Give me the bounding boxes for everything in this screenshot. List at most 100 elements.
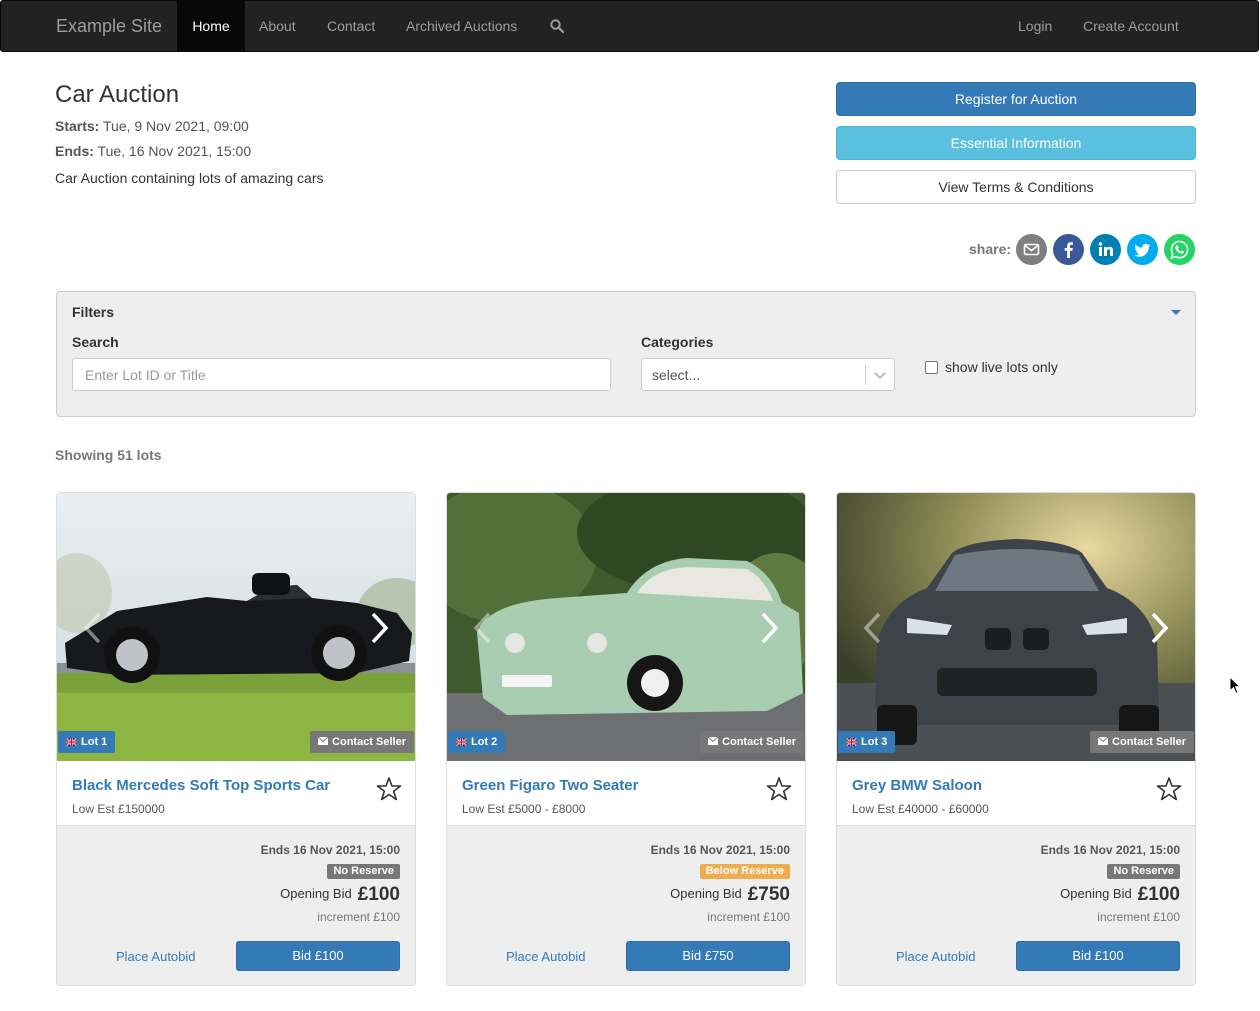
nav-login[interactable]: Login — [1018, 18, 1052, 34]
lots-count: Showing 51 lots — [55, 447, 162, 463]
collapse-caret-icon[interactable] — [1171, 310, 1181, 315]
lot-photo-green-figaro — [447, 493, 805, 761]
carousel-prev-icon[interactable] — [861, 611, 885, 645]
lot-image-carousel[interactable]: Lot 3 Contact Seller — [837, 493, 1195, 761]
bid-button[interactable]: Bid £750 — [626, 941, 790, 971]
bid-button[interactable]: Bid £100 — [1016, 941, 1180, 971]
place-autobid-link[interactable]: Place Autobid — [896, 949, 976, 964]
lot-title-link[interactable]: Black Mercedes Soft Top Sports Car — [72, 777, 330, 794]
uk-flag-icon — [846, 738, 857, 746]
place-autobid-link[interactable]: Place Autobid — [116, 949, 196, 964]
essential-information-button[interactable]: Essential Information — [836, 126, 1196, 160]
lot-number-badge: Lot 1 — [58, 731, 116, 753]
terms-button[interactable]: View Terms & Conditions — [836, 170, 1196, 204]
top-navbar: Example Site Home About Contact Archived… — [0, 0, 1259, 52]
auction-ends: Ends: Tue, 16 Nov 2021, 15:00 — [55, 143, 251, 159]
uk-flag-icon — [456, 738, 467, 746]
site-brand[interactable]: Example Site — [56, 16, 162, 37]
lot-title-link[interactable]: Grey BMW Saloon — [852, 777, 982, 794]
reserve-status-badge: No Reserve — [327, 864, 400, 879]
lot-ends: Ends 16 Nov 2021, 15:00 — [650, 843, 790, 857]
opening-bid-value: £750 — [747, 884, 790, 905]
contact-seller-button[interactable]: Contact Seller — [310, 731, 414, 753]
lot-bid-panel: Ends 16 Nov 2021, 15:00 Below Reserve Op… — [447, 825, 805, 985]
bid-increment: increment £100 — [317, 910, 400, 924]
search-label: Search — [72, 334, 119, 350]
linkedin-share-button[interactable] — [1090, 234, 1121, 265]
filters-title: Filters — [72, 304, 115, 320]
nav-contact[interactable]: Contact — [327, 18, 375, 34]
lot-estimate: Low Est £150000 — [72, 802, 165, 816]
reserve-status-badge: Below Reserve — [699, 864, 790, 879]
categories-select[interactable]: select... — [641, 358, 895, 391]
carousel-next-icon[interactable] — [1147, 611, 1171, 645]
opening-bid-value: £100 — [1137, 884, 1180, 905]
search-icon[interactable] — [550, 19, 564, 33]
opening-bid: Opening Bid £750 — [670, 884, 790, 906]
lot-ends: Ends 16 Nov 2021, 15:00 — [1040, 843, 1180, 857]
opening-bid: Opening Bid £100 — [1060, 884, 1180, 906]
uk-flag-icon — [66, 738, 77, 746]
ends-value: Tue, 16 Nov 2021, 15:00 — [97, 143, 252, 159]
ends-label: Ends: — [55, 143, 94, 159]
contact-seller-button[interactable]: Contact Seller — [700, 731, 804, 753]
lot-ends: Ends 16 Nov 2021, 15:00 — [260, 843, 400, 857]
email-icon — [1016, 234, 1047, 265]
auction-description: Car Auction containing lots of amazing c… — [55, 170, 324, 186]
nav-about[interactable]: About — [259, 18, 296, 34]
opening-bid-label: Opening Bid — [670, 886, 742, 901]
lot-number-badge: Lot 3 — [838, 731, 896, 753]
select-divider — [865, 365, 866, 385]
twitter-share-button[interactable] — [1127, 234, 1158, 265]
nav-create-account[interactable]: Create Account — [1083, 18, 1179, 34]
lot-estimate: Low Est £5000 - £8000 — [462, 802, 586, 816]
lot-photo-black-mercedes — [57, 493, 415, 761]
lot-search-input[interactable] — [72, 358, 611, 391]
whatsapp-share-button[interactable] — [1164, 234, 1195, 265]
twitter-icon — [1127, 234, 1158, 265]
auction-starts: Starts: Tue, 9 Nov 2021, 09:00 — [55, 118, 249, 134]
share-label: share: — [969, 241, 1012, 257]
nav-archived-auctions[interactable]: Archived Auctions — [406, 18, 517, 34]
lot-bid-panel: Ends 16 Nov 2021, 15:00 No Reserve Openi… — [57, 825, 415, 985]
opening-bid-label: Opening Bid — [280, 886, 352, 901]
contact-seller-button[interactable]: Contact Seller — [1090, 731, 1194, 753]
starts-label: Starts: — [55, 118, 100, 134]
filters-panel: Filters Search Categories select... show… — [56, 291, 1196, 417]
lot-title-link[interactable]: Green Figaro Two Seater — [462, 777, 638, 794]
email-share-button[interactable] — [1016, 234, 1047, 265]
bid-button[interactable]: Bid £100 — [236, 941, 400, 971]
live-only-label[interactable]: show live lots only — [945, 359, 1058, 375]
bid-increment: increment £100 — [707, 910, 790, 924]
watch-star-icon[interactable] — [766, 776, 792, 802]
envelope-icon — [318, 737, 329, 745]
lot-card: Lot 3 Contact Seller Grey BMW Saloon Low… — [836, 492, 1196, 986]
chevron-down-icon — [874, 372, 886, 380]
lot-image-carousel[interactable]: Lot 2 Contact Seller — [447, 493, 805, 761]
carousel-next-icon[interactable] — [757, 611, 781, 645]
nav-home[interactable]: Home — [177, 1, 245, 51]
register-button[interactable]: Register for Auction — [836, 82, 1196, 116]
carousel-prev-icon[interactable] — [81, 611, 105, 645]
lot-card: Lot 1 Contact Seller Black Mercedes Soft… — [56, 492, 416, 986]
bid-increment: increment £100 — [1097, 910, 1180, 924]
envelope-icon — [1098, 737, 1109, 745]
contact-seller-label: Contact Seller — [1112, 736, 1186, 748]
place-autobid-link[interactable]: Place Autobid — [506, 949, 586, 964]
live-only-checkbox[interactable] — [925, 361, 938, 374]
contact-seller-label: Contact Seller — [722, 736, 796, 748]
categories-label: Categories — [641, 334, 714, 350]
categories-select-value: select... — [652, 367, 701, 383]
watch-star-icon[interactable] — [376, 776, 402, 802]
lot-number: Lot 1 — [81, 736, 108, 748]
lot-number: Lot 2 — [471, 736, 498, 748]
carousel-prev-icon[interactable] — [471, 611, 495, 645]
page-title: Car Auction — [55, 81, 180, 108]
opening-bid-value: £100 — [357, 884, 400, 905]
watch-star-icon[interactable] — [1156, 776, 1182, 802]
carousel-next-icon[interactable] — [367, 611, 391, 645]
opening-bid: Opening Bid £100 — [280, 884, 400, 906]
facebook-share-button[interactable] — [1053, 234, 1084, 265]
lot-image-carousel[interactable]: Lot 1 Contact Seller — [57, 493, 415, 761]
lot-photo-grey-bmw — [837, 493, 1195, 761]
